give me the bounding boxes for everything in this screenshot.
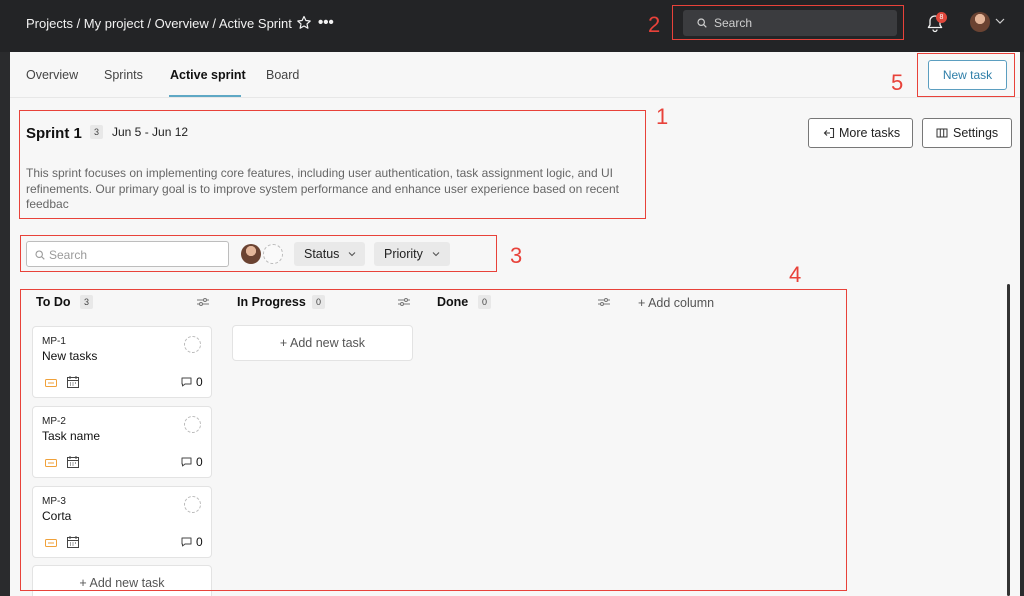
- more-tasks-label: More tasks: [839, 126, 901, 140]
- annotation-number-4: 4: [789, 262, 802, 287]
- annotation-number-3: 3: [510, 243, 523, 268]
- settings-button[interactable]: Settings: [922, 118, 1012, 148]
- settings-label: Settings: [953, 126, 999, 140]
- tab-overview[interactable]: Overview: [26, 68, 78, 82]
- active-tab-indicator: [169, 95, 241, 97]
- tab-bar: Overview Sprints Active sprint Board New…: [10, 52, 1020, 98]
- chevron-down-icon[interactable]: [995, 17, 1005, 25]
- tab-board[interactable]: Board: [266, 68, 299, 82]
- tab-active-sprint[interactable]: Active sprint: [170, 68, 246, 82]
- annotation-box-new-task: [917, 53, 1015, 97]
- annotation-box-board: [20, 289, 847, 591]
- more-tasks-button[interactable]: More tasks: [808, 118, 913, 148]
- columns-icon: [936, 128, 948, 138]
- tab-sprints[interactable]: Sprints: [104, 68, 143, 82]
- annotation-box-sprint-info: [19, 110, 646, 219]
- user-avatar[interactable]: [970, 12, 990, 32]
- breadcrumb[interactable]: Projects / My project / Overview / Activ…: [26, 16, 292, 31]
- more-options-icon[interactable]: •••: [318, 14, 334, 31]
- annotation-box-filters: [20, 235, 497, 272]
- star-icon[interactable]: [296, 15, 312, 31]
- notification-badge: 8: [936, 12, 947, 23]
- annotation-box-search: [672, 5, 904, 40]
- annotation-number-1: 1: [656, 104, 669, 129]
- arrow-in-icon: [823, 127, 835, 139]
- vertical-scrollbar[interactable]: [1007, 284, 1010, 596]
- annotation-number-5: 5: [891, 70, 904, 95]
- annotation-number-2: 2: [648, 12, 661, 37]
